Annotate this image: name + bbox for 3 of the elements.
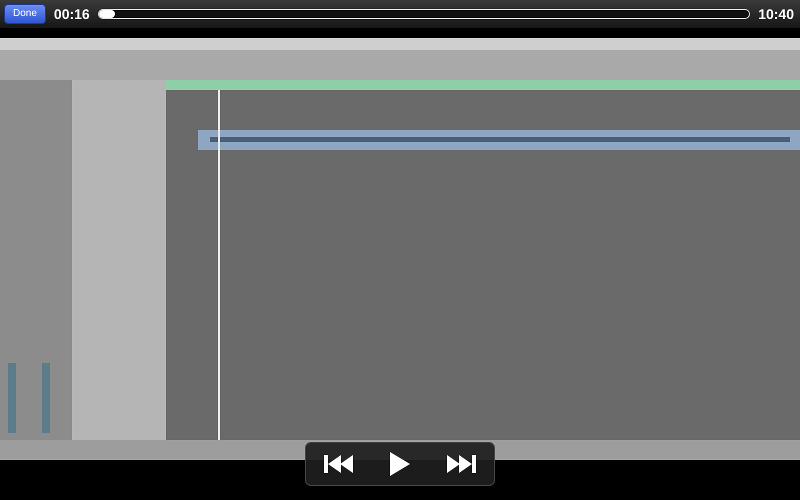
elapsed-time: 00:16 <box>54 4 90 24</box>
total-time: 10:40 <box>758 4 794 24</box>
done-button[interactable]: Done <box>4 4 46 24</box>
